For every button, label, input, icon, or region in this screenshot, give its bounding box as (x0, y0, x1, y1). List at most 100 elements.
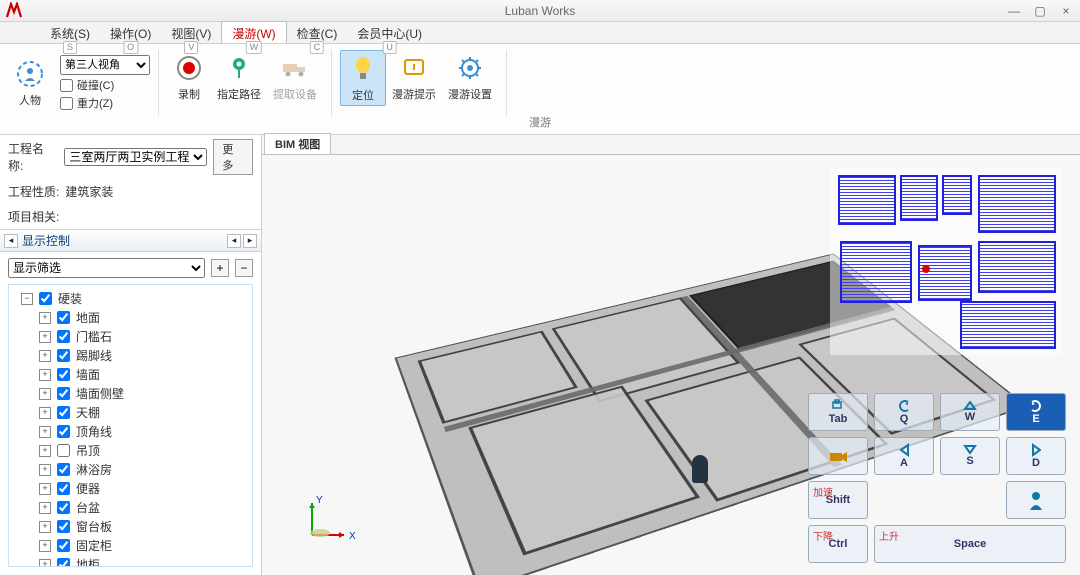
menu-roam[interactable]: 漫游(W)W (221, 21, 286, 43)
menu-check[interactable]: 检查(C)C (287, 22, 348, 43)
tree-item[interactable]: +墙面侧壁 (9, 384, 252, 403)
view-select[interactable]: 第三人视角 (60, 55, 150, 75)
key-a[interactable]: A (874, 437, 934, 475)
project-name-select[interactable]: 三室两厅两卫实例工程 (64, 148, 207, 166)
maximize-button[interactable]: ▢ (1032, 4, 1048, 18)
tree-toggle-icon[interactable]: + (39, 407, 51, 419)
tree-item[interactable]: +顶角线 (9, 422, 252, 441)
remove-filter-button[interactable]: − (235, 259, 253, 277)
filter-select[interactable]: 显示筛选 (8, 258, 205, 278)
roam-settings-button[interactable]: 漫游设置 (442, 50, 498, 104)
tree-item[interactable]: +便器 (9, 479, 252, 498)
tree-toggle-icon[interactable]: + (39, 369, 51, 381)
close-button[interactable]: × (1058, 4, 1074, 18)
project-type-label: 工程性质: (8, 183, 59, 200)
tree-toggle-icon[interactable]: + (39, 350, 51, 362)
title-bar: Luban Works — ▢ × (0, 0, 1080, 22)
key-ctrl[interactable]: 下降Ctrl (808, 525, 868, 563)
tree-item[interactable]: +地柜 (9, 555, 252, 567)
tree-item[interactable]: +墙面 (9, 365, 252, 384)
gravity-checkbox[interactable]: 重力(Z) (60, 95, 150, 111)
tree-item[interactable]: +淋浴房 (9, 460, 252, 479)
tree-item-checkbox[interactable] (57, 368, 70, 381)
tree-item-checkbox[interactable] (57, 539, 70, 552)
axis-gizmo: X Y (302, 495, 362, 545)
project-type-row: 工程性质: 建筑家装 (0, 179, 261, 204)
key-space[interactable]: 上升Space (874, 525, 1066, 563)
key-e[interactable]: E (1006, 393, 1066, 431)
tree-item-checkbox[interactable] (57, 463, 70, 476)
record-button[interactable]: 录制 (167, 50, 211, 104)
menu-system[interactable]: 系统(S)S (40, 22, 100, 43)
tree-root-checkbox[interactable] (39, 292, 52, 305)
project-type-value: 建筑家装 (65, 183, 113, 200)
key-w[interactable]: W (940, 393, 1000, 431)
tree-item-checkbox[interactable] (57, 406, 70, 419)
menu-view[interactable]: 视图(V)V (161, 22, 221, 43)
tree-item-checkbox[interactable] (57, 330, 70, 343)
tree-item[interactable]: +窗台板 (9, 517, 252, 536)
tree-item[interactable]: +踢脚线 (9, 346, 252, 365)
tree-root[interactable]: − 硬装 (9, 289, 252, 308)
locate-button[interactable]: 定位 (340, 50, 386, 106)
tree-toggle-icon[interactable]: + (39, 540, 51, 552)
key-tab[interactable]: Tab (808, 393, 868, 431)
tree-item-checkbox[interactable] (57, 482, 70, 495)
tab-bim-view[interactable]: BIM 视图 (264, 133, 331, 154)
tree-item[interactable]: +门槛石 (9, 327, 252, 346)
tree-item-checkbox[interactable] (57, 425, 70, 438)
tree-item-checkbox[interactable] (57, 444, 70, 457)
key-q[interactable]: Q (874, 393, 934, 431)
tree-toggle-icon[interactable]: + (39, 426, 51, 438)
tree-item-checkbox[interactable] (57, 501, 70, 514)
project-name-label: 工程名称: (8, 140, 58, 174)
tree-item[interactable]: +台盆 (9, 498, 252, 517)
collision-checkbox[interactable]: 碰撞(C) (60, 77, 150, 93)
path-button[interactable]: 指定路径 (211, 50, 267, 104)
minimap[interactable] (830, 169, 1062, 355)
panel-collapse-icon[interactable]: ◂ (4, 234, 18, 248)
key-s[interactable]: S (940, 437, 1000, 475)
tree-toggle-icon[interactable]: + (39, 445, 51, 457)
more-button[interactable]: 更多 (213, 139, 253, 175)
tree-toggle-icon[interactable]: + (39, 464, 51, 476)
key-shift[interactable]: 加速Shift (808, 481, 868, 519)
tree-view[interactable]: − 硬装 +地面+门槛石+踢脚线+墙面+墙面侧壁+天棚+顶角线+吊顶+淋浴房+便… (8, 284, 253, 567)
panel-prev-button[interactable]: ◂ (227, 234, 241, 248)
tree-item-checkbox[interactable] (57, 349, 70, 362)
tree-item-checkbox[interactable] (57, 520, 70, 533)
tree-item-checkbox[interactable] (57, 558, 70, 567)
tree-item[interactable]: +吊顶 (9, 441, 252, 460)
person-button[interactable]: 人物 (8, 56, 52, 110)
menu-operate[interactable]: 操作(O)O (100, 22, 161, 43)
panel-next-button[interactable]: ▸ (243, 234, 257, 248)
tree-toggle-icon[interactable]: + (39, 483, 51, 495)
tree-toggle-icon[interactable]: + (39, 521, 51, 533)
add-filter-button[interactable]: + (211, 259, 229, 277)
tree-toggle-icon[interactable]: − (21, 293, 33, 305)
tree-toggle-icon[interactable]: + (39, 312, 51, 324)
ribbon-group-label: 漫游 (0, 114, 1080, 130)
menu-member[interactable]: 会员中心(U)U (347, 22, 432, 43)
bulb-icon (347, 53, 379, 85)
key-d[interactable]: D (1006, 437, 1066, 475)
tree-toggle-icon[interactable]: + (39, 502, 51, 514)
tree-toggle-icon[interactable]: + (39, 559, 51, 568)
truck-icon (279, 52, 311, 84)
tree-item[interactable]: +天棚 (9, 403, 252, 422)
extract-button[interactable]: 提取设备 (267, 50, 323, 104)
tree-item[interactable]: +地面 (9, 308, 252, 327)
minimize-button[interactable]: — (1006, 4, 1022, 18)
key-person-icon[interactable] (1006, 481, 1066, 519)
tree-toggle-icon[interactable]: + (39, 388, 51, 400)
key-camera[interactable] (808, 437, 868, 475)
tree-item[interactable]: +固定柜 (9, 536, 252, 555)
tree-toggle-icon[interactable]: + (39, 331, 51, 343)
3d-viewport[interactable]: X Y Tab Q W E A (262, 155, 1080, 575)
tree-item-checkbox[interactable] (57, 311, 70, 324)
pin-icon (223, 52, 255, 84)
app-logo-icon (4, 1, 24, 21)
tree-item-checkbox[interactable] (57, 387, 70, 400)
project-related-row: 项目相关: (0, 204, 261, 229)
roam-hint-button[interactable]: 漫游提示 (386, 50, 442, 104)
